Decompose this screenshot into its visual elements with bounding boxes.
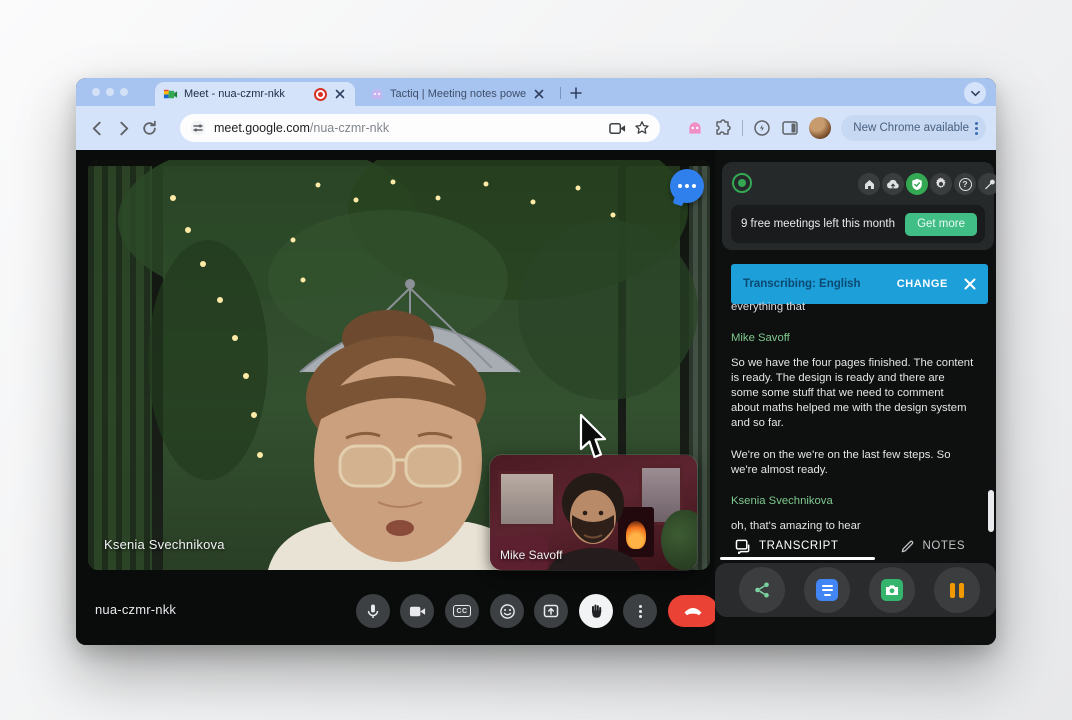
screenshot-button[interactable] <box>869 567 915 613</box>
desktop-background: Meet - nua-czmr-nkk Tactiq | Meeting not… <box>0 0 1072 720</box>
url-text: meet.google.com/nua-czmr-nkk <box>214 121 601 135</box>
forward-button[interactable] <box>110 115 136 141</box>
settings-gear-button[interactable] <box>930 173 952 195</box>
extensions-area: New Chrome available <box>686 106 986 150</box>
window-close-button[interactable] <box>92 88 100 96</box>
end-call-button[interactable] <box>668 595 718 627</box>
side-panel-icon[interactable] <box>781 119 799 137</box>
mic-button[interactable] <box>356 594 390 628</box>
pause-transcription-button[interactable] <box>934 567 980 613</box>
share-button[interactable] <box>739 567 785 613</box>
pip-video-tile[interactable]: Mike Savoff <box>490 455 697 570</box>
tab-strip: Meet - nua-czmr-nkk Tactiq | Meeting not… <box>76 78 996 106</box>
tactiq-sidebar: ? 9 free meetings left this month Get mo… <box>715 150 996 645</box>
tactiq-favicon-icon <box>370 87 384 101</box>
meet-content: Ksenia Svechnikova Mike Savoff <box>76 150 996 645</box>
chat-indicator-icon[interactable] <box>670 169 704 203</box>
new-tab-button[interactable] <box>568 85 584 101</box>
tab-notes[interactable]: NOTES <box>900 533 965 559</box>
chrome-update-label: New Chrome available <box>853 122 969 134</box>
more-options-icon <box>639 605 642 618</box>
captions-label: CC <box>453 605 471 617</box>
tab-transcript-label: TRANSCRIPT <box>759 540 838 552</box>
url-domain: meet.google.com <box>214 121 310 135</box>
battery-saver-icon[interactable] <box>753 119 771 137</box>
help-icon: ? <box>959 178 972 191</box>
profile-avatar[interactable] <box>809 117 831 139</box>
screenshot-camera-icon <box>881 579 903 601</box>
transcript-paragraph: oh, that's amazing to hear <box>731 519 975 534</box>
transcript-scrollbar[interactable] <box>988 490 994 532</box>
pin-sidebar-button[interactable] <box>978 173 996 195</box>
transcript-speaker: Mike Savoff <box>731 331 975 346</box>
meet-favicon-icon <box>163 87 178 102</box>
chrome-update-pill[interactable]: New Chrome available <box>841 115 986 141</box>
recording-indicator-icon <box>314 88 327 101</box>
pause-icon <box>950 583 964 598</box>
tab-notes-label: NOTES <box>922 540 965 552</box>
bookmark-star-icon[interactable] <box>634 120 650 136</box>
tab-search-button[interactable] <box>964 82 986 104</box>
meetings-left-card: 9 free meetings left this month Get more <box>731 205 985 243</box>
more-options-button[interactable] <box>623 594 657 628</box>
tab-transcript[interactable]: TRANSCRIPT <box>735 533 838 559</box>
active-tab-underline <box>720 557 875 560</box>
google-docs-icon <box>816 579 838 601</box>
home-button[interactable] <box>858 173 880 195</box>
site-info-icon[interactable] <box>190 120 206 136</box>
captions-button[interactable]: CC <box>445 594 479 628</box>
transcript-speaker: Ksenia Svechnikova <box>731 494 975 509</box>
export-to-docs-button[interactable] <box>804 567 850 613</box>
share-icon <box>753 581 771 599</box>
banner-close-icon[interactable] <box>964 278 976 290</box>
change-language-button[interactable]: CHANGE <box>897 278 948 290</box>
transcript-paragraph: So we have the four pages finished. The … <box>731 356 975 431</box>
tactiq-tab-bar: TRANSCRIPT NOTES <box>715 533 996 559</box>
browser-toolbar: meet.google.com/nua-czmr-nkk <box>76 106 996 150</box>
url-bar[interactable]: meet.google.com/nua-czmr-nkk <box>180 114 660 142</box>
camera-button[interactable] <box>400 594 434 628</box>
tab-divider <box>560 87 561 99</box>
transcribing-banner: Transcribing: English CHANGE <box>731 264 988 304</box>
tab-meet-close-icon[interactable] <box>333 87 347 101</box>
pip-participant-name: Mike Savoff <box>500 548 562 562</box>
tactiq-action-bar <box>715 563 996 617</box>
transcribing-label: Transcribing: English <box>743 278 897 290</box>
present-button[interactable] <box>534 594 568 628</box>
tab-tactiq-close-icon[interactable] <box>532 87 546 101</box>
transcript-paragraph: We're on the we're on the last few steps… <box>731 448 975 478</box>
chrome-menu-icon[interactable] <box>975 122 978 135</box>
tab-tactiq[interactable]: Tactiq | Meeting notes powe <box>362 82 554 106</box>
tactiq-extension-icon[interactable] <box>686 119 704 137</box>
privacy-shield-button[interactable] <box>906 173 928 195</box>
get-more-button[interactable]: Get more <box>905 213 977 236</box>
main-participant-name: Ksenia Svechnikova <box>104 537 225 552</box>
chat-bubbles-icon <box>735 539 752 554</box>
reload-button[interactable] <box>136 115 162 141</box>
back-button[interactable] <box>84 115 110 141</box>
toolbar-divider <box>742 120 743 136</box>
camera-in-use-icon[interactable] <box>609 121 626 136</box>
browser-window: Meet - nua-czmr-nkk Tactiq | Meeting not… <box>76 78 996 645</box>
window-minimize-button[interactable] <box>106 88 114 96</box>
tactiq-logo-icon <box>732 173 752 193</box>
transcript-feed[interactable]: everything that Mike Savoff So we have t… <box>731 300 975 547</box>
pencil-icon <box>900 539 915 554</box>
cloud-upload-button[interactable] <box>882 173 904 195</box>
meetings-left-label: 9 free meetings left this month <box>731 217 897 232</box>
extensions-puzzle-icon[interactable] <box>714 119 732 137</box>
meeting-code-label: nua-czmr-nkk <box>95 602 176 617</box>
transcript-partial-text: everything that <box>731 300 975 315</box>
window-zoom-button[interactable] <box>120 88 128 96</box>
tab-meet-title: Meet - nua-czmr-nkk <box>184 88 308 100</box>
tab-tactiq-title: Tactiq | Meeting notes powe <box>390 88 526 100</box>
url-path: /nua-czmr-nkk <box>310 121 389 135</box>
raise-hand-button[interactable] <box>579 594 613 628</box>
tactiq-header-panel: ? 9 free meetings left this month Get mo… <box>722 162 994 250</box>
reactions-button[interactable] <box>490 594 524 628</box>
tab-meet[interactable]: Meet - nua-czmr-nkk <box>155 82 355 106</box>
help-button[interactable]: ? <box>954 173 976 195</box>
